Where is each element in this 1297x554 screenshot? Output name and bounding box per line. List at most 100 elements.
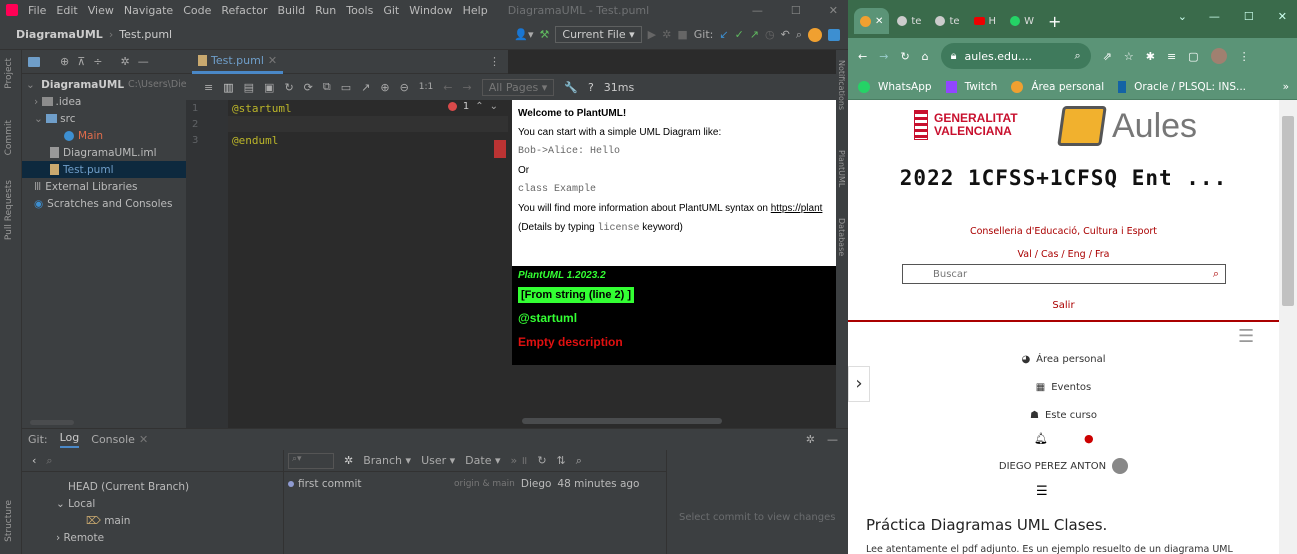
- zoom-out-icon[interactable]: ⊖: [400, 81, 409, 94]
- bookmark-whatsapp[interactable]: WhatsApp: [878, 81, 932, 93]
- reading-list-icon[interactable]: ≡: [1167, 50, 1176, 63]
- stop-icon[interactable]: ■: [677, 28, 687, 41]
- maximize-button[interactable]: ☐: [1244, 10, 1254, 23]
- menu-help[interactable]: Help: [463, 4, 488, 17]
- minimize-button[interactable]: —: [1209, 10, 1220, 23]
- history-icon[interactable]: ◷: [765, 28, 775, 41]
- tree-item-src[interactable]: ⌄ src: [22, 110, 186, 127]
- arrow-left-icon[interactable]: ←: [443, 81, 452, 94]
- menu-window[interactable]: Window: [409, 4, 452, 17]
- commit-row[interactable]: first commit origin & main Diego 48 minu…: [284, 476, 666, 492]
- user-menu[interactable]: DIEGO PEREZ ANTON: [848, 458, 1279, 474]
- tree-item-scratches[interactable]: ◉ Scratches and Consoles: [22, 195, 186, 212]
- chevron-left-icon[interactable]: ‹: [32, 454, 36, 467]
- branch-remote[interactable]: › Remote: [22, 529, 283, 546]
- logout-link[interactable]: Salir: [848, 300, 1279, 311]
- tab-te-2[interactable]: te: [929, 8, 965, 34]
- tree-item-iml[interactable]: DiagramaUML.iml: [22, 144, 186, 161]
- debug-icon[interactable]: ✲: [662, 28, 671, 41]
- search-icon[interactable]: ⌕: [1213, 267, 1219, 281]
- filter-user[interactable]: User ▾: [421, 454, 455, 467]
- maximize-button[interactable]: ☐: [791, 4, 801, 17]
- toc-icon[interactable]: ☰: [1036, 484, 1048, 499]
- bookmark-oracle[interactable]: Oracle / PLSQL: INS...: [1134, 81, 1246, 93]
- branch-local[interactable]: ⌄ Local: [22, 495, 283, 512]
- search-box[interactable]: ⌕: [902, 264, 1226, 284]
- close-tab-icon[interactable]: ✕: [268, 54, 277, 67]
- breadcrumb-project[interactable]: DiagramaUML: [16, 28, 103, 41]
- scroll-thumb[interactable]: [1282, 116, 1294, 306]
- search-input[interactable]: [933, 268, 1203, 280]
- more-options-icon[interactable]: ⋮: [489, 55, 500, 68]
- settings-icon[interactable]: 🔧: [564, 81, 578, 94]
- chevron-up-icon[interactable]: ⌃: [475, 101, 483, 112]
- run-config-dropdown[interactable]: Current File ▾: [555, 26, 642, 43]
- refresh-icon[interactable]: ↻: [284, 81, 293, 94]
- run-icon[interactable]: ▶: [648, 28, 656, 41]
- undo-icon[interactable]: ↶: [781, 28, 790, 41]
- nav-area-personal[interactable]: ◕ Área personal: [848, 354, 1279, 365]
- tree-item-external-libraries[interactable]: Ⅲ External Libraries: [22, 178, 186, 195]
- collapse-icon[interactable]: ⊼: [77, 55, 85, 68]
- hide-icon[interactable]: —: [827, 433, 838, 446]
- expand-icon[interactable]: ÷: [93, 55, 102, 68]
- filter-date[interactable]: Date ▾: [465, 454, 500, 467]
- tab-youtube[interactable]: H: [968, 8, 1003, 34]
- zoom-in-icon[interactable]: ⊕: [380, 81, 389, 94]
- target-icon[interactable]: ⊕: [60, 55, 69, 68]
- gear-icon[interactable]: ✲: [344, 454, 353, 467]
- inspection-widget[interactable]: 1 ⌃ ⌄: [447, 101, 498, 112]
- home-icon[interactable]: ⌂: [922, 50, 929, 63]
- pages-dropdown[interactable]: All Pages ▾: [481, 78, 555, 96]
- side-panel-icon[interactable]: ▢: [1188, 50, 1198, 63]
- image-icon[interactable]: ▣: [264, 81, 274, 94]
- refresh-icon[interactable]: ↻: [537, 454, 546, 467]
- branch-main[interactable]: ⌦ main: [22, 512, 283, 529]
- code-line[interactable]: [228, 116, 508, 132]
- notifications-tool-tab[interactable]: Notifications: [837, 60, 846, 110]
- back-icon[interactable]: ←: [858, 50, 867, 63]
- project-scrollbar[interactable]: [30, 420, 74, 425]
- error-marker[interactable]: [494, 140, 506, 158]
- menu-run[interactable]: Run: [315, 4, 336, 17]
- tree-item-test-puml[interactable]: Test.puml: [22, 161, 186, 178]
- menu-code[interactable]: Code: [183, 4, 211, 17]
- zoom-icon[interactable]: ⌕: [1074, 49, 1080, 63]
- close-tab-icon[interactable]: ✕: [139, 433, 148, 446]
- plantuml-tool-tab[interactable]: PlantUML: [837, 150, 846, 187]
- nav-este-curso[interactable]: ☗ Este curso: [848, 410, 1279, 421]
- chat-icon[interactable]: ●: [1084, 432, 1094, 445]
- tab-search-icon[interactable]: ⌄: [1178, 10, 1187, 23]
- hamburger-icon[interactable]: ☰: [1238, 326, 1254, 347]
- close-tab-icon[interactable]: ✕: [875, 16, 883, 27]
- menu-view[interactable]: View: [88, 4, 114, 17]
- code-line[interactable]: @enduml: [228, 132, 508, 148]
- project-tool-tab[interactable]: Project: [4, 58, 14, 89]
- hammer-icon[interactable]: ⚒: [540, 28, 550, 41]
- new-tab-button[interactable]: +: [1042, 8, 1067, 34]
- tab-log[interactable]: Log: [59, 431, 80, 448]
- gear-icon[interactable]: ✲: [121, 55, 130, 68]
- more-icon[interactable]: » ॥: [511, 453, 528, 468]
- menu-navigate[interactable]: Navigate: [124, 4, 173, 17]
- tab-whatsapp[interactable]: W: [1004, 8, 1040, 34]
- copy-icon[interactable]: ⧉: [323, 80, 331, 94]
- user-icon[interactable]: 👤▾: [514, 28, 533, 41]
- database-tool-tab[interactable]: Database: [837, 218, 846, 256]
- close-button[interactable]: ✕: [1278, 10, 1287, 23]
- save-icon[interactable]: ▭: [341, 81, 351, 94]
- preview-link[interactable]: https://plant: [771, 203, 823, 214]
- code-editor[interactable]: @startuml @enduml 1 ⌃ ⌄: [228, 100, 508, 428]
- git-commit-icon[interactable]: ✓: [735, 28, 744, 41]
- menu-build[interactable]: Build: [278, 4, 306, 17]
- pull-requests-tool-tab[interactable]: Pull Requests: [4, 180, 14, 240]
- breadcrumb-file[interactable]: Test.puml: [119, 28, 172, 41]
- chevron-down-icon[interactable]: ⌄: [490, 101, 498, 112]
- structure-tool-tab[interactable]: Structure: [4, 500, 14, 542]
- editor-only-icon[interactable]: ≡: [204, 81, 213, 94]
- extensions-icon[interactable]: ✱: [1146, 50, 1155, 63]
- external-icon[interactable]: ↗: [361, 81, 370, 94]
- commit-search-input[interactable]: ⌕▾: [288, 452, 334, 469]
- bookmark-twitch[interactable]: Twitch: [965, 81, 998, 93]
- gear-icon[interactable]: ✲: [806, 433, 815, 446]
